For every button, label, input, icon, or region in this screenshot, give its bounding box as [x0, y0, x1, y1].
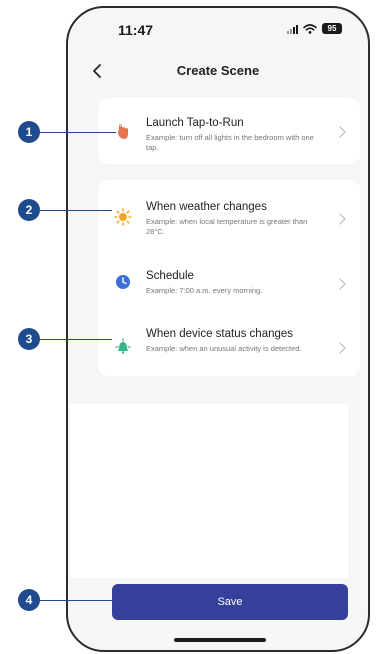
callout-line [40, 210, 112, 211]
clock-icon [116, 275, 130, 289]
home-indicator [174, 638, 266, 642]
option-title: Schedule [146, 270, 194, 282]
chevron-right-icon [339, 342, 346, 354]
callout-badge: 2 [18, 199, 40, 221]
tap-hand-icon [118, 124, 128, 139]
status-icons: 95 [287, 23, 342, 34]
screenshot-stage: 11:47 95 Create Scene Launch Tap-to-Run … [0, 0, 386, 654]
option-schedule[interactable]: Schedule Example: 7:00 a.m. every mornin… [98, 252, 360, 308]
tap-to-run-card: Launch Tap-to-Run Example: turn off all … [98, 98, 360, 164]
option-title: When weather changes [146, 201, 267, 213]
signal-icon [287, 24, 298, 34]
option-description: Example: when an unusual activity is det… [146, 344, 302, 353]
save-button[interactable]: Save [112, 584, 348, 620]
phone-frame: 11:47 95 Create Scene Launch Tap-to-Run … [66, 6, 370, 652]
option-description: Example: turn off all lights in the bedr… [146, 133, 314, 152]
option-description: Example: 7:00 a.m. every morning. [146, 286, 263, 295]
option-launch-tap-to-run[interactable]: Launch Tap-to-Run Example: turn off all … [98, 103, 360, 159]
option-weather-changes[interactable]: When weather changes Example: when local… [98, 185, 360, 241]
battery-icon: 95 [322, 23, 342, 34]
callout-line [40, 600, 112, 601]
conditions-card: When weather changes Example: when local… [98, 180, 360, 376]
option-title: Launch Tap-to-Run [146, 117, 244, 129]
status-bar: 11:47 95 [68, 8, 368, 48]
chevron-right-icon [339, 126, 346, 138]
option-device-status-changes[interactable]: When device status changes Example: when… [98, 315, 360, 371]
sun-icon [114, 208, 132, 226]
callout-badge: 1 [18, 121, 40, 143]
page-title: Create Scene [176, 63, 260, 78]
empty-content-area [70, 404, 348, 578]
callout-line [40, 339, 112, 340]
wifi-icon [303, 23, 317, 34]
status-time: 11:47 [118, 22, 154, 38]
nav-bar: Create Scene [68, 56, 368, 86]
callout-badge: 4 [18, 589, 40, 611]
option-description: Example: when local temperature is great… [146, 217, 308, 236]
chevron-right-icon [339, 213, 346, 225]
chevron-right-icon [339, 278, 346, 290]
option-title: When device status changes [146, 328, 294, 340]
callout-line [40, 132, 116, 133]
device-icon [115, 338, 131, 354]
callout-badge: 3 [18, 328, 40, 350]
